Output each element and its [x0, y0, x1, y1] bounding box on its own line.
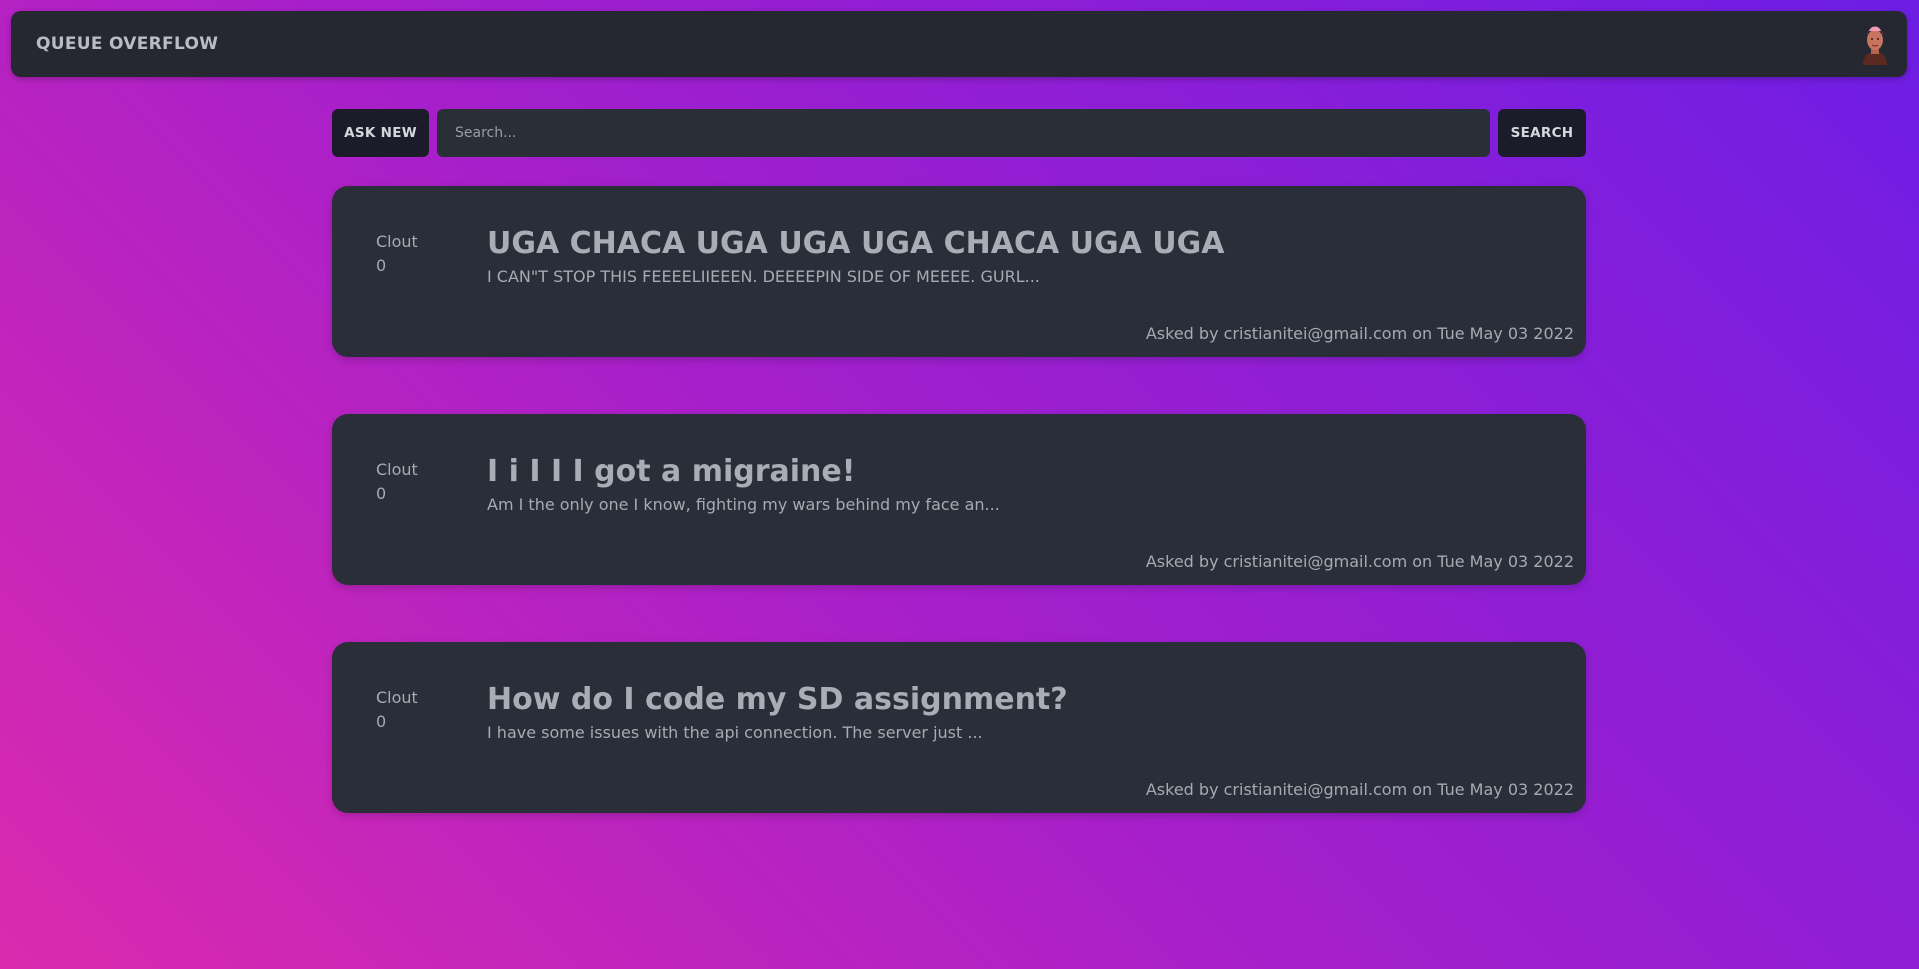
question-title[interactable]: UGA CHACA UGA UGA UGA CHACA UGA UGA: [487, 226, 1224, 261]
clout-value: 0: [376, 484, 387, 503]
clout-score: Clout 0: [376, 230, 418, 278]
question-title[interactable]: How do I code my SD assignment?: [487, 682, 1068, 717]
question-meta: Asked by cristianitei@gmail.com on Tue M…: [1145, 780, 1574, 799]
question-excerpt: Am I the only one I know, fighting my wa…: [487, 495, 1000, 514]
question-meta: Asked by cristianitei@gmail.com on Tue M…: [1145, 324, 1574, 343]
question-card[interactable]: Clout 0 How do I code my SD assignment? …: [332, 642, 1586, 813]
top-navbar: QUEUE OVERFLOW: [11, 11, 1907, 77]
clout-value: 0: [376, 712, 387, 731]
clout-value: 0: [376, 256, 387, 275]
brand-logo-text[interactable]: QUEUE OVERFLOW: [36, 34, 218, 54]
ask-new-button[interactable]: ASK NEW: [332, 109, 429, 157]
clout-label: Clout: [376, 460, 418, 479]
question-meta: Asked by cristianitei@gmail.com on Tue M…: [1145, 552, 1574, 571]
question-card[interactable]: Clout 0 I i I I I got a migraine! Am I t…: [332, 414, 1586, 585]
question-toolbar: ASK NEW SEARCH: [332, 109, 1586, 157]
clout-score: Clout 0: [376, 458, 418, 506]
question-title[interactable]: I i I I I got a migraine!: [487, 454, 855, 489]
user-avatar-icon[interactable]: [1857, 23, 1893, 65]
clout-score: Clout 0: [376, 686, 418, 734]
question-excerpt: I CAN"T STOP THIS FEEEELIIEEEN. DEEEEPIN…: [487, 267, 1040, 286]
question-card[interactable]: Clout 0 UGA CHACA UGA UGA UGA CHACA UGA …: [332, 186, 1586, 357]
search-button[interactable]: SEARCH: [1498, 109, 1586, 157]
clout-label: Clout: [376, 688, 418, 707]
search-input[interactable]: [437, 109, 1490, 157]
question-excerpt: I have some issues with the api connecti…: [487, 723, 983, 742]
clout-label: Clout: [376, 232, 418, 251]
